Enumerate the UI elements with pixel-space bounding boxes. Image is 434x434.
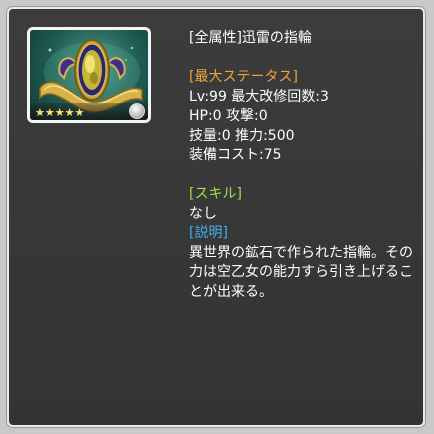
rarity-stars: ★★★★★ (35, 106, 85, 119)
skill-value: なし (189, 205, 217, 222)
description-text: 異世界の鉱石で作られた指輪。その力は空乙女の能力すら引き上げることが出来る。 (189, 244, 413, 300)
description-header: [説明] (189, 225, 228, 241)
status-header: [最大ステータス] (189, 69, 298, 85)
rarity-bar: ★★★★★ (30, 103, 148, 120)
gem-badge-icon (129, 103, 145, 119)
item-info: [全属性]迅雷の指輪 [最大ステータス] Lv:99 最大改修回数:3 HP:0… (189, 29, 421, 302)
item-detail-panel: ★★★★★ [全属性]迅雷の指輪 [最大ステータス] Lv:99 最大改修回数:… (7, 7, 425, 427)
item-thumbnail: ★★★★★ (27, 27, 151, 123)
status-line: 装備コスト:75 (189, 147, 282, 163)
status-line: 技量:0 推力:500 (189, 127, 295, 144)
status-line: HP:0 攻撃:0 (189, 108, 268, 124)
status-line: Lv:99 最大改修回数:3 (189, 88, 329, 105)
item-name: [全属性]迅雷の指輪 (189, 30, 312, 46)
skill-header: [スキル] (189, 186, 242, 202)
